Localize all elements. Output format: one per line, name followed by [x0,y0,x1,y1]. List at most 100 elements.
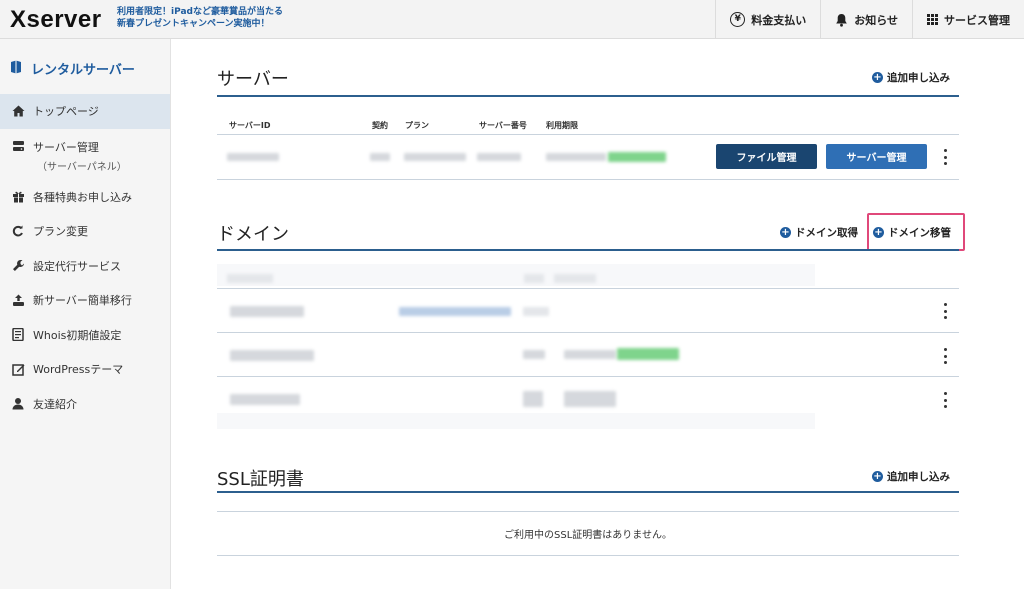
redacted-server-number [477,153,521,161]
ssl-section-title: SSL証明書 [217,469,304,490]
top-header: Xserver 利用者限定！iPadなど豪華賞品が当たる 新春プレゼントキャンペ… [0,0,1024,39]
plus-circle-icon: + [872,471,883,482]
column-header-expiry: 利用期限 [546,121,578,130]
server-section-title: サーバー [217,69,289,90]
notice-link[interactable]: お知らせ [820,0,912,39]
sidebar-item-sublabel: （サーバーパネル） [37,161,127,173]
ssl-row-divider [217,511,959,512]
plus-circle-icon: + [872,72,883,83]
sidebar-title[interactable]: レンタルサーバー [10,59,135,78]
sidebar-item-referral[interactable]: 友達紹介 [0,387,170,422]
sidebar-item-wordpress-theme[interactable]: WordPressテーマ [0,352,170,387]
domain-acquire-link[interactable]: + ドメイン取得 [780,225,858,240]
server-panel-button[interactable]: サーバー管理 [826,144,927,169]
grid-icon [927,14,938,25]
xserver-logo[interactable]: Xserver [10,6,102,34]
domain-section-divider [217,249,959,251]
promo-line-1: 利用者限定！iPadなど豪華賞品が当たる [117,7,283,17]
domain-row-divider [217,288,959,289]
server-add-label: 追加申し込み [887,72,950,84]
redacted-domain-value [523,307,549,316]
server-icon [11,139,25,153]
sidebar-menu: トップページ サーバー管理 （サーバーパネル） 各種特典お申し込み プラン変更 [0,94,170,421]
sidebar-title-label: レンタルサーバー [31,63,135,78]
domain-acquire-label: ドメイン取得 [795,227,858,239]
domain-row-divider [217,376,959,377]
domain-row-bg [217,413,815,429]
service-management-link[interactable]: サービス管理 [912,0,1024,39]
header-nav: ¥ 料金支払い お知らせ サービス管理 [715,0,1024,39]
yen-icon: ¥ [730,12,746,27]
sidebar-item-label: WordPressテーマ [33,363,124,377]
payment-link[interactable]: ¥ 料金支払い [715,0,820,39]
server-add-link[interactable]: + 追加申し込み [872,70,950,85]
promo-banner[interactable]: 利用者限定！iPadなど豪華賞品が当たる 新春プレゼントキャンペーン実施中！ [117,6,283,30]
service-management-label: サービス管理 [944,13,1010,27]
plus-circle-icon: + [780,227,791,238]
document-icon [11,328,25,342]
sidebar-item-benefits[interactable]: 各種特典お申し込み [0,180,170,215]
plus-circle-icon: + [873,227,884,238]
sidebar: レンタルサーバー トップページ サーバー管理 （サーバーパネル） 各種特典お申し… [0,39,171,589]
redacted-status [608,152,666,162]
redacted-expiry [546,153,606,161]
domain-transfer-link[interactable]: + ドメイン移管 [873,225,951,240]
sidebar-item-setup-service[interactable]: 設定代行サービス [0,249,170,284]
kebab-menu-icon[interactable] [940,392,950,408]
sidebar-item-label: プラン変更 [33,225,88,239]
domain-row-divider [217,332,959,333]
sidebar-item-server-management[interactable]: サーバー管理 （サーバーパネル） [0,129,170,180]
bell-icon [835,13,848,27]
ssl-section-divider [217,491,959,493]
ssl-add-link[interactable]: + 追加申し込み [872,469,950,484]
promo-line-2: 新春プレゼントキャンペーン実施中！ [117,19,270,29]
domain-row-bg [217,264,815,286]
sidebar-item-label: 友達紹介 [33,397,77,411]
redacted-domain-name [230,306,304,317]
column-header-contract: 契約 [372,121,388,130]
ssl-empty-message: ご利用中のSSL証明書はありません。 [504,530,672,541]
column-header-plan: プラン [405,121,429,130]
ssl-add-label: 追加申し込み [887,471,950,483]
gift-icon [11,190,25,204]
column-header-server-id: サーバーID [229,121,271,130]
redacted-server-id [227,153,279,161]
kebab-menu-icon[interactable] [940,303,950,319]
main-content: サーバー + 追加申し込み サーバーID 契約 プラン サーバー番号 利用期限 … [171,39,1024,589]
sidebar-item-label: サーバー管理 [33,140,99,154]
domain-transfer-label: ドメイン移管 [888,227,951,239]
redacted-domain-status [617,348,679,360]
rental-server-icon [10,60,22,78]
sidebar-item-whois-settings[interactable]: Whois初期値設定 [0,318,170,353]
redacted-domain-name [230,394,300,405]
column-header-server-number: サーバー番号 [479,121,527,130]
edit-icon [11,362,25,376]
server-table-header: サーバーID 契約 プラン サーバー番号 利用期限 [217,117,959,135]
redacted-domain-header [227,274,273,283]
file-management-button[interactable]: ファイル管理 [716,144,817,169]
refresh-icon [11,224,25,238]
server-row-divider [217,179,959,180]
redacted-domain-value [523,350,545,359]
sidebar-item-label: 新サーバー簡単移行 [33,294,132,308]
sidebar-item-label: 設定代行サービス [33,259,121,273]
user-icon [11,397,25,411]
home-icon [11,104,25,118]
upload-icon [11,293,25,307]
sidebar-item-server-migration[interactable]: 新サーバー簡単移行 [0,283,170,318]
sidebar-item-top-page[interactable]: トップページ [0,94,170,129]
ssl-row-divider [217,555,959,556]
kebab-menu-icon[interactable] [940,348,950,364]
redacted-domain-value [523,391,543,407]
sidebar-item-label: 各種特典お申し込み [33,190,132,204]
redacted-contract [370,153,390,161]
redacted-domain-expiry [564,391,616,407]
redacted-domain-link [399,307,511,316]
kebab-menu-icon[interactable] [940,149,950,165]
payment-label: 料金支払い [751,13,807,27]
redacted-domain-header [554,274,596,283]
sidebar-item-plan-change[interactable]: プラン変更 [0,214,170,249]
domain-section-title: ドメイン [217,224,289,245]
wrench-icon [11,259,25,273]
redacted-domain-header [524,274,544,283]
